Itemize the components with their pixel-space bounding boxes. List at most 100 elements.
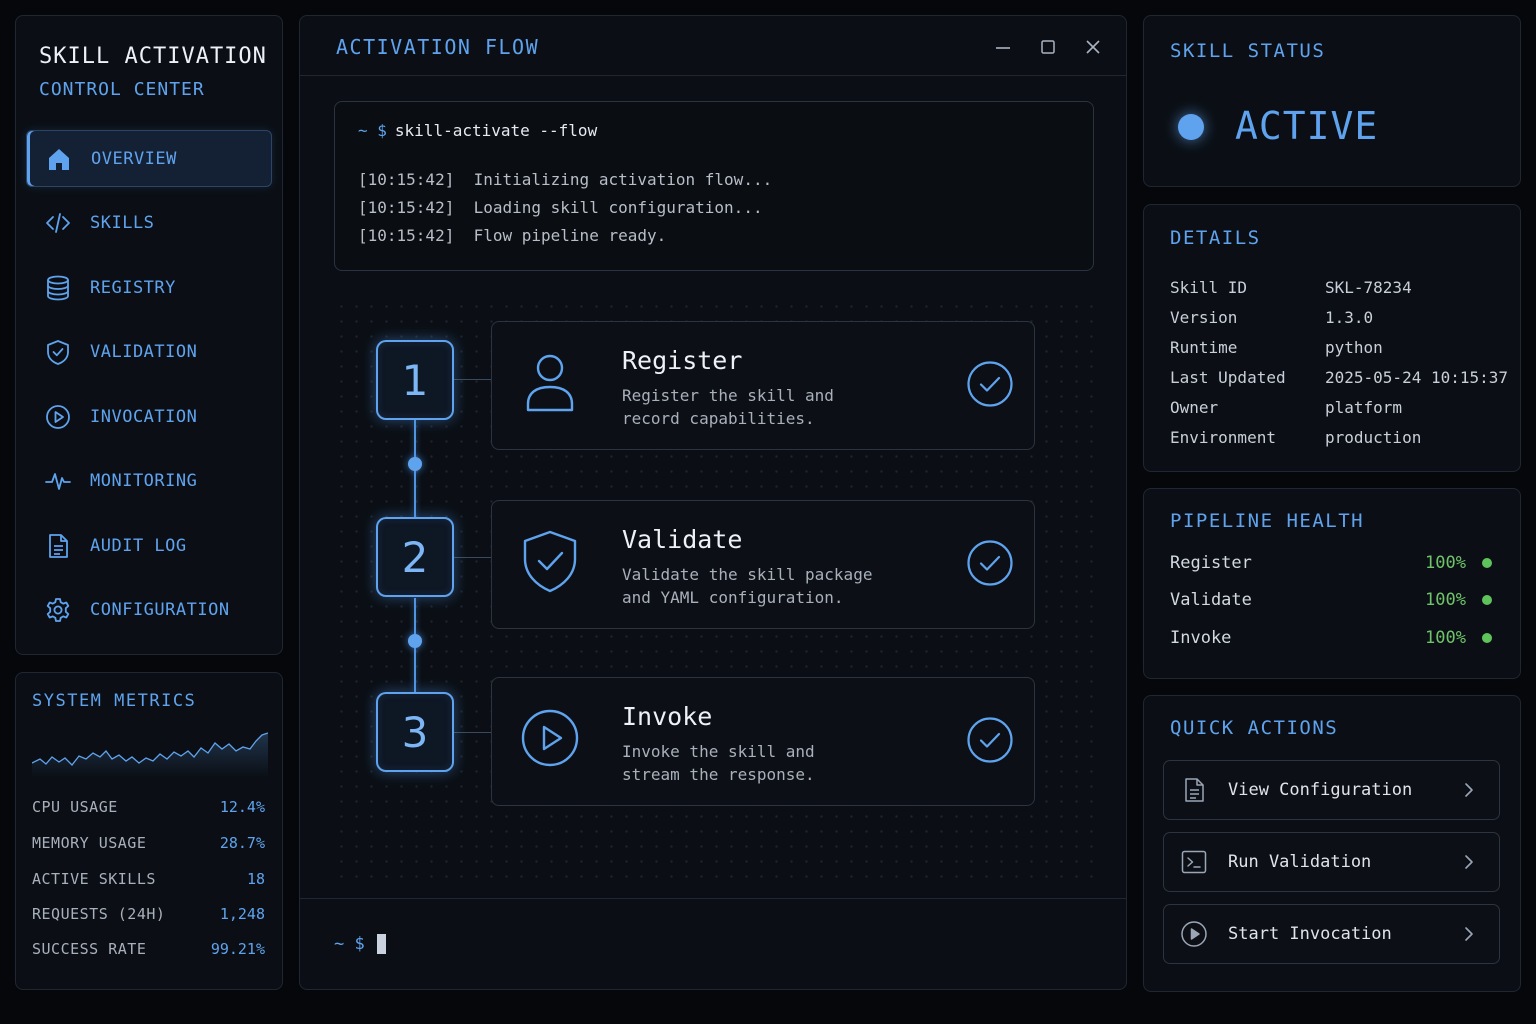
maximize-icon[interactable]: [1039, 38, 1057, 56]
step-link: [454, 379, 491, 380]
detail-label: Environment: [1170, 428, 1276, 447]
detail-label: Version: [1170, 308, 1238, 327]
titlebar-divider: [300, 75, 1126, 76]
step-description-line: Register the skill and: [622, 386, 834, 405]
step-title: Validate: [622, 525, 743, 554]
sidebar-item-overview[interactable]: OVERVIEW: [26, 130, 272, 187]
sidebar-item-invocation[interactable]: INVOCATION: [26, 388, 272, 445]
step-link: [454, 557, 491, 558]
step-card-register[interactable]: Register Register the skill and record c…: [491, 321, 1035, 450]
app-title: SKILL ACTIVATION: [39, 44, 267, 69]
step-link: [454, 732, 491, 733]
detail-value: python: [1325, 338, 1383, 357]
health-ok-dot: [1482, 595, 1492, 605]
window-title: ACTIVATION FLOW: [336, 35, 540, 59]
view-configuration-button[interactable]: View Configuration: [1163, 760, 1500, 820]
step-description: Register the skill and record capabiliti…: [622, 384, 834, 430]
sidebar-item-label: INVOCATION: [90, 406, 198, 427]
minimize-icon[interactable]: [994, 38, 1012, 56]
step-description: Validate the skill package and YAML conf…: [622, 563, 872, 609]
health-row: Invoke 100%: [1170, 628, 1492, 648]
app-subtitle: CONTROL CENTER: [39, 79, 205, 100]
document-icon: [1185, 778, 1204, 802]
sidebar-item-skills[interactable]: SKILLS: [26, 195, 272, 252]
terminal-prompt: ~ $: [358, 121, 387, 140]
health-ok-dot: [1482, 558, 1492, 568]
status-indicator-dot: [1178, 114, 1204, 140]
sidebar-item-validation[interactable]: VALIDATION: [26, 324, 272, 381]
sidebar-item-audit-log[interactable]: AUDIT LOG: [26, 517, 272, 574]
metric-value: 1,248: [219, 905, 265, 923]
actions-title: QUICK ACTIONS: [1170, 717, 1339, 739]
sidebar-item-label: OVERVIEW: [91, 148, 177, 169]
metric-value: 12.4%: [219, 798, 265, 816]
sidebar-item-configuration[interactable]: CONFIGURATION: [26, 582, 272, 639]
metric-label: MEMORY USAGE: [32, 834, 147, 852]
detail-value: SKL-78234: [1325, 278, 1412, 297]
terminal-command-line: ~ $ skill-activate --flow: [358, 121, 597, 140]
detail-row: Skill ID SKL-78234: [1170, 278, 1412, 297]
prompt-symbol: ~ $: [334, 934, 365, 954]
activation-flow-window: ACTIVATION FLOW ~ $ skill-activate --flow…: [299, 15, 1127, 990]
health-value: 100%: [1425, 590, 1466, 610]
sidebar-nav: OVERVIEW SKILLS REGISTRY VALIDATION INVO…: [26, 130, 272, 646]
check-circle-icon: [967, 540, 1013, 586]
metric-success-rate: SUCCESS RATE 99.21%: [32, 940, 265, 958]
step-number-1: 1: [376, 340, 454, 420]
step-description: Invoke the skill and stream the response…: [622, 740, 815, 786]
pipeline-health-panel: PIPELINE HEALTH Register 100% Validate 100…: [1143, 488, 1521, 679]
sidebar: SKILL ACTIVATION CONTROL CENTER OVERVIEW…: [15, 15, 283, 655]
play-circle-icon: [46, 404, 70, 429]
check-circle-icon: [967, 717, 1013, 763]
sidebar-item-label: SKILLS: [90, 213, 155, 233]
step-description-line: stream the response.: [622, 765, 815, 784]
metrics-title: SYSTEM METRICS: [32, 691, 197, 711]
step-description-line: record capabilities.: [622, 409, 815, 428]
document-icon: [49, 533, 68, 558]
step-card-validate[interactable]: Validate Validate the skill package and …: [491, 500, 1035, 629]
health-value: 100%: [1425, 553, 1466, 573]
terminal-log-line: [10:15:42] Loading skill configuration..…: [358, 198, 763, 217]
step-number-3: 3: [376, 692, 454, 772]
sidebar-item-monitoring[interactable]: MONITORING: [26, 453, 272, 510]
terminal-output: ~ $ skill-activate --flow [10:15:42] Init…: [334, 101, 1094, 271]
gear-icon: [46, 598, 70, 622]
terminal-log-line: [10:15:42] Flow pipeline ready.: [358, 226, 666, 245]
step-title: Register: [622, 346, 743, 375]
action-label: Start Invocation: [1228, 924, 1392, 944]
quick-actions-panel: QUICK ACTIONS View Configuration Run Val…: [1143, 695, 1521, 992]
run-validation-button[interactable]: Run Validation: [1163, 832, 1500, 892]
step-connector-dot: [408, 634, 422, 648]
sidebar-item-registry[interactable]: REGISTRY: [26, 259, 272, 316]
status-value: ACTIVE: [1235, 104, 1379, 148]
step-description-line: and YAML configuration.: [622, 588, 844, 607]
log-message: Flow pipeline ready.: [473, 226, 667, 245]
skill-status-panel: SKILL STATUS ACTIVE: [1143, 15, 1521, 187]
play-circle-icon: [521, 709, 579, 767]
start-invocation-button[interactable]: Start Invocation: [1163, 904, 1500, 964]
sidebar-item-label: CONFIGURATION: [90, 600, 230, 620]
details-title: DETAILS: [1170, 227, 1261, 249]
metric-label: REQUESTS (24H): [32, 905, 166, 923]
detail-row: Environment production: [1170, 428, 1421, 447]
step-description-line: Invoke the skill and: [622, 742, 815, 761]
user-icon: [526, 354, 574, 412]
step-card-invoke[interactable]: Invoke Invoke the skill and stream the r…: [491, 677, 1035, 806]
health-title: PIPELINE HEALTH: [1170, 510, 1365, 532]
close-icon[interactable]: [1084, 38, 1102, 56]
terminal-log-line: [10:15:42] Initializing activation flow.…: [358, 170, 772, 189]
prompt-divider: [300, 898, 1126, 899]
health-label: Register: [1170, 553, 1252, 573]
metric-memory-usage: MEMORY USAGE 28.7%: [32, 834, 265, 852]
metric-requests: REQUESTS (24H) 1,248: [32, 905, 265, 923]
system-metrics-panel: SYSTEM METRICS CPU USAGE 12.4% MEMORY US…: [15, 672, 283, 990]
detail-value: 2025-05-24 10:15:37: [1325, 368, 1509, 387]
step-number-2: 2: [376, 517, 454, 597]
command-prompt-input[interactable]: ~ $: [334, 934, 386, 954]
health-label: Validate: [1170, 590, 1252, 610]
home-icon: [49, 148, 69, 170]
log-time: [10:15:42]: [358, 170, 455, 189]
detail-value: production: [1325, 428, 1422, 447]
detail-label: Last Updated: [1170, 368, 1286, 387]
health-row: Validate 100%: [1170, 590, 1492, 610]
